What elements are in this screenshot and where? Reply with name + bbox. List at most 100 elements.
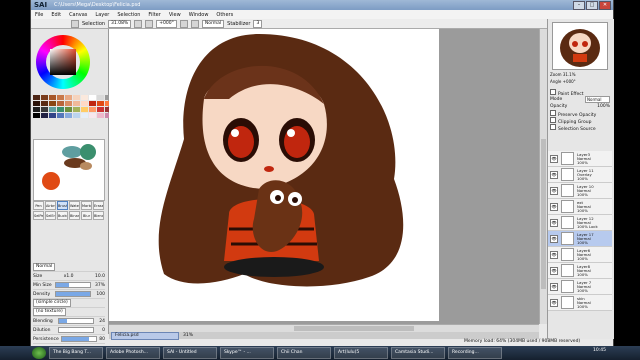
color-swatch[interactable] xyxy=(41,113,48,118)
color-swatch[interactable] xyxy=(33,113,40,118)
taskbar-item[interactable]: Art(lulu)5 xyxy=(334,347,388,359)
color-swatch[interactable] xyxy=(49,113,56,118)
selection-checkbox[interactable] xyxy=(71,19,79,28)
eye-icon[interactable]: 👁 xyxy=(550,250,558,259)
menu-file[interactable]: File xyxy=(31,12,47,18)
nav-zoom-value[interactable]: 31.1% xyxy=(563,72,576,77)
swatch-palette[interactable] xyxy=(33,95,112,135)
scratchpad[interactable] xyxy=(33,139,105,201)
min-size-slider[interactable] xyxy=(55,282,92,288)
persistence-slider[interactable] xyxy=(61,336,97,342)
taskbar-item[interactable]: SAI - Untitled xyxy=(163,347,217,359)
eye-icon[interactable]: 👁 xyxy=(550,282,558,291)
color-swatch[interactable] xyxy=(57,107,64,112)
color-swatch[interactable] xyxy=(81,107,88,112)
tool-binary[interactable]: Binary xyxy=(69,211,80,220)
eye-icon[interactable]: 👁 xyxy=(550,298,558,307)
tool-seleras[interactable]: SelEras xyxy=(45,211,56,220)
horizontal-scroll-thumb[interactable] xyxy=(294,326,414,331)
tool-bucket[interactable]: Bucket xyxy=(57,211,68,220)
layer-row[interactable]: 👁 Layer 12 Normal 100% Lock xyxy=(548,215,612,231)
tool-eraser[interactable]: Eraser xyxy=(93,201,104,210)
menu-others[interactable]: Others xyxy=(212,12,237,18)
color-swatch[interactable] xyxy=(89,101,96,106)
taskbar-item[interactable]: The Big Bang T... xyxy=(49,347,103,359)
rotate-icon[interactable] xyxy=(179,19,188,28)
start-button[interactable] xyxy=(32,347,46,359)
color-wheel[interactable] xyxy=(36,35,90,89)
brush-mode-select[interactable]: Normal xyxy=(33,263,56,271)
layer-row[interactable]: 👁 Layer 10 Normal 100% xyxy=(548,183,612,199)
eye-icon[interactable]: 👁 xyxy=(550,218,558,227)
nav-angle-value[interactable]: +000° xyxy=(563,79,576,84)
size-mult[interactable]: x1.0 xyxy=(64,274,74,279)
layer-row[interactable]: 👁 Layer6 Normal 100% xyxy=(548,247,612,263)
eye-icon[interactable]: 👁 xyxy=(550,186,558,195)
taskbar-item[interactable]: Camtasia Studi... xyxy=(391,347,445,359)
zoom-field[interactable]: 31.08% xyxy=(108,19,132,28)
layer-row[interactable]: 👁 Layer 17 Normal 100% xyxy=(548,231,612,247)
color-swatch[interactable] xyxy=(73,95,80,100)
taskbar-item[interactable]: Adobe Photosh... xyxy=(106,347,160,359)
tool-airbrush[interactable]: Airbrush xyxy=(45,201,56,210)
eye-icon[interactable]: 👁 xyxy=(550,154,558,163)
color-swatch[interactable] xyxy=(97,107,104,112)
color-swatch[interactable] xyxy=(73,113,80,118)
angle-field[interactable]: +000° xyxy=(156,19,177,28)
eye-icon[interactable]: 👁 xyxy=(550,170,558,179)
tool-blur[interactable]: Blur xyxy=(81,211,92,220)
color-square[interactable] xyxy=(50,49,76,75)
color-swatch[interactable] xyxy=(49,95,56,100)
color-swatch[interactable] xyxy=(97,95,104,100)
tool-brush[interactable]: Brush xyxy=(57,201,68,210)
color-swatch[interactable] xyxy=(57,113,64,118)
eye-icon[interactable]: 👁 xyxy=(550,266,558,275)
stabilizer-select[interactable]: 3 xyxy=(253,19,263,28)
menu-canvas[interactable]: Canvas xyxy=(65,12,91,18)
eye-icon[interactable]: 👁 xyxy=(550,234,558,243)
color-swatch[interactable] xyxy=(41,101,48,106)
menu-selection[interactable]: Selection xyxy=(113,12,144,18)
canvas-area[interactable] xyxy=(109,29,539,324)
tool-marker[interactable]: Marker xyxy=(81,201,92,210)
menu-edit[interactable]: Edit xyxy=(47,12,65,18)
layer-row[interactable]: 👁 Layer8 Normal 100% xyxy=(548,263,612,279)
color-swatch[interactable] xyxy=(41,95,48,100)
tool-selpen[interactable]: SelPen xyxy=(33,211,44,220)
color-swatch[interactable] xyxy=(33,107,40,112)
preserve-opacity-checkbox[interactable] xyxy=(550,109,556,116)
canvas-paper[interactable] xyxy=(109,29,439,321)
close-button[interactable]: ✕ xyxy=(599,1,611,10)
layer-row[interactable]: 👁 ext Normal 100% xyxy=(548,199,612,215)
selection-source-checkbox[interactable] xyxy=(550,123,556,130)
navigator-preview[interactable] xyxy=(552,22,608,70)
density-slider[interactable] xyxy=(55,291,92,297)
vertical-scroll-thumb[interactable] xyxy=(541,139,546,289)
color-swatch[interactable] xyxy=(33,101,40,106)
menu-layer[interactable]: Layer xyxy=(91,12,113,18)
color-swatch[interactable] xyxy=(81,113,88,118)
taskbar-item[interactable]: Chii Chan xyxy=(277,347,331,359)
dilution-slider[interactable] xyxy=(58,327,95,333)
color-swatch[interactable] xyxy=(49,101,56,106)
layer-row[interactable]: 👁 Layer3 Normal 100% xyxy=(548,151,612,167)
brush-texture-select[interactable]: (no texture) xyxy=(33,308,66,316)
maximize-button[interactable]: □ xyxy=(586,1,598,10)
minimize-button[interactable]: – xyxy=(573,1,585,10)
color-swatch[interactable] xyxy=(89,107,96,112)
menu-view[interactable]: View xyxy=(165,12,185,18)
file-tab[interactable]: Felicia.psd xyxy=(111,331,179,340)
clock[interactable]: 10:45 xyxy=(593,348,606,353)
zoom-in-icon[interactable] xyxy=(145,19,154,28)
menu-window[interactable]: Window xyxy=(185,12,213,18)
color-swatch[interactable] xyxy=(65,107,72,112)
color-swatch[interactable] xyxy=(57,95,64,100)
color-swatch[interactable] xyxy=(41,107,48,112)
layer-row[interactable]: 👁 skin Normal 100% xyxy=(548,295,612,311)
color-swatch[interactable] xyxy=(33,95,40,100)
layer-mode-select[interactable]: Normal xyxy=(585,96,610,103)
flip-icon[interactable] xyxy=(190,19,199,28)
color-swatch[interactable] xyxy=(81,101,88,106)
taskbar-item[interactable]: Skype™ - ... xyxy=(220,347,274,359)
paint-effect-toggle[interactable] xyxy=(550,88,556,95)
